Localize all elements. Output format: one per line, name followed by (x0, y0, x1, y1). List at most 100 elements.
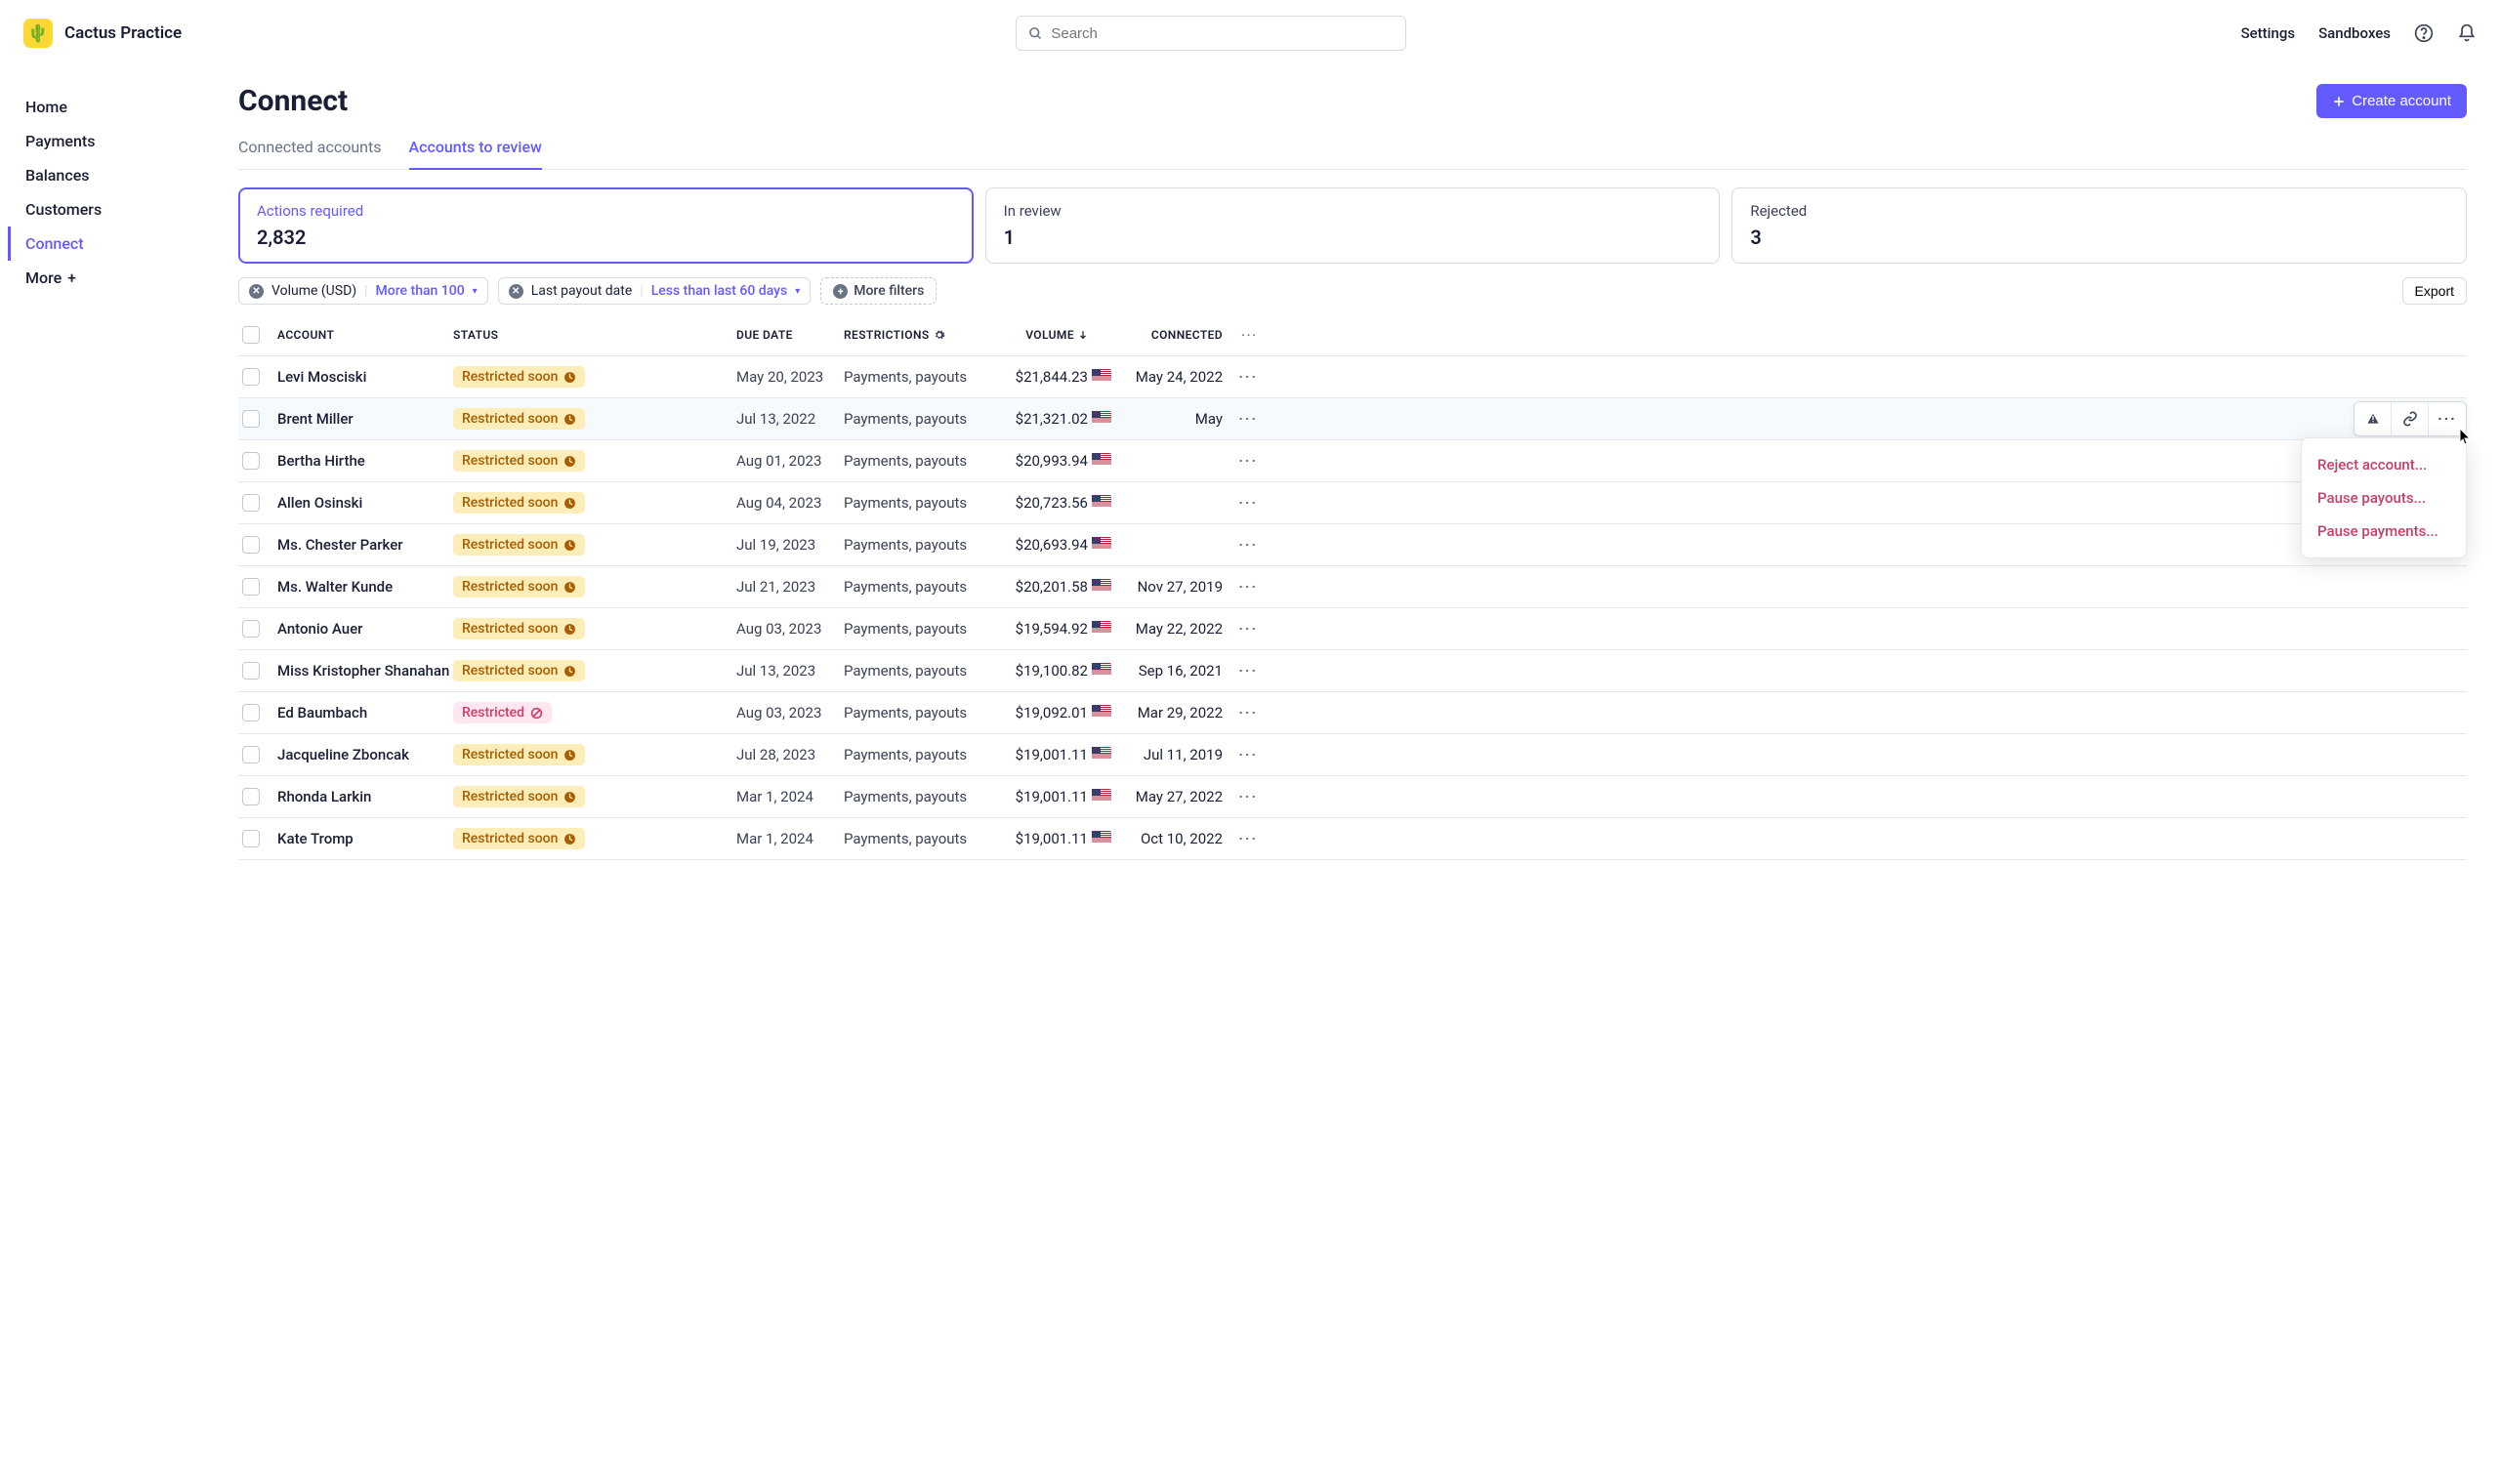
due-date: Aug 03, 2023 (736, 704, 844, 721)
restrictions: Payments, payouts (844, 368, 990, 386)
help-icon[interactable] (2414, 23, 2434, 43)
col-more-icon[interactable]: ··· (1223, 328, 1258, 342)
row-checkbox[interactable] (242, 452, 260, 470)
row-checkbox[interactable] (242, 662, 260, 680)
volume: $20,201.58 (990, 578, 1088, 596)
sidebar-item-balances[interactable]: Balances (8, 158, 205, 192)
row-checkbox[interactable] (242, 494, 260, 512)
table-row[interactable]: Jacqueline ZboncakRestricted soon Jul 28… (238, 734, 2467, 776)
link-button[interactable] (2392, 402, 2429, 435)
dropdown-pause-payouts[interactable]: Pause payouts... (2302, 481, 2466, 515)
brand[interactable]: 🌵 Cactus Practice (23, 19, 182, 48)
more-filters-button[interactable]: + More filters (820, 277, 937, 305)
remove-filter-icon[interactable]: ✕ (509, 284, 523, 299)
col-account[interactable]: ACCOUNT (277, 328, 453, 342)
row-checkbox[interactable] (242, 830, 260, 847)
page-title: Connect (238, 84, 348, 118)
row-more-button[interactable]: ··· (1223, 788, 1258, 805)
due-date: Jul 13, 2022 (736, 410, 844, 428)
volume: $20,693.94 (990, 536, 1088, 554)
col-volume[interactable]: VOLUME (990, 328, 1088, 342)
stat-card-in-review[interactable]: In review 1 (985, 187, 1721, 264)
remove-filter-icon[interactable]: ✕ (249, 284, 264, 299)
us-flag-icon (1092, 747, 1111, 760)
col-connected[interactable]: CONNECTED (1115, 328, 1223, 342)
filter-volume[interactable]: ✕ Volume (USD) | More than 100 ▾ (238, 277, 488, 305)
filter-value: More than 100 (376, 283, 465, 299)
row-checkbox[interactable] (242, 536, 260, 554)
row-checkbox[interactable] (242, 620, 260, 638)
bell-icon[interactable] (2457, 23, 2477, 43)
account-name: Ed Baumbach (277, 704, 453, 721)
volume: $19,100.82 (990, 662, 1088, 680)
dropdown-reject-account[interactable]: Reject account... (2302, 448, 2466, 481)
sidebar-item-payments[interactable]: Payments (8, 124, 205, 158)
row-overflow-button[interactable]: ··· (2429, 402, 2466, 435)
table-row[interactable]: Ms. Walter KundeRestricted soon Jul 21, … (238, 566, 2467, 608)
plus-icon: + (67, 268, 76, 287)
row-more-button[interactable]: ··· (1223, 452, 1258, 470)
restrictions: Payments, payouts (844, 578, 990, 596)
table-row[interactable]: Allen OsinskiRestricted soon Aug 04, 202… (238, 482, 2467, 524)
select-all-checkbox[interactable] (242, 326, 260, 344)
table-row[interactable]: Kate TrompRestricted soon Mar 1, 2024Pay… (238, 818, 2467, 860)
row-more-button[interactable]: ··· (1223, 662, 1258, 680)
create-account-button[interactable]: Create account (2316, 84, 2467, 118)
table-row[interactable]: Rhonda LarkinRestricted soon Mar 1, 2024… (238, 776, 2467, 818)
row-more-button[interactable]: ··· (1223, 494, 1258, 512)
table-row[interactable]: Ms. Chester ParkerRestricted soon Jul 19… (238, 524, 2467, 566)
tab-connected-accounts[interactable]: Connected accounts (238, 128, 382, 170)
search-input[interactable] (1051, 25, 1394, 42)
row-checkbox[interactable] (242, 788, 260, 805)
col-restrictions[interactable]: RESTRICTIONS (844, 328, 990, 342)
stat-card-actions-required[interactable]: Actions required 2,832 (238, 187, 974, 264)
country-flag (1088, 578, 1115, 596)
account-name: Levi Mosciski (277, 368, 453, 386)
row-checkbox[interactable] (242, 746, 260, 763)
alert-button[interactable] (2354, 402, 2392, 435)
export-button[interactable]: Export (2402, 277, 2467, 305)
dropdown-pause-payments[interactable]: Pause payments... (2302, 515, 2466, 548)
status-badge: Restricted soon (453, 828, 585, 849)
due-date: Aug 01, 2023 (736, 452, 844, 470)
col-due-date[interactable]: DUE DATE (736, 328, 844, 342)
status-badge: Restricted soon (453, 744, 585, 765)
status-badge: Restricted soon (453, 366, 585, 388)
tab-accounts-to-review[interactable]: Accounts to review (409, 128, 542, 170)
due-date: Jul 21, 2023 (736, 578, 844, 596)
row-checkbox[interactable] (242, 578, 260, 596)
table-row[interactable]: Brent MillerRestricted soon Jul 13, 2022… (238, 398, 2467, 440)
settings-link[interactable]: Settings (2241, 24, 2296, 42)
row-more-button[interactable]: ··· (1223, 536, 1258, 554)
col-status[interactable]: STATUS (453, 328, 736, 342)
filter-last-payout[interactable]: ✕ Last payout date | Less than last 60 d… (498, 277, 812, 305)
row-more-button[interactable]: ··· (1223, 578, 1258, 596)
sandboxes-link[interactable]: Sandboxes (2318, 24, 2391, 42)
row-more-button[interactable]: ··· (1223, 746, 1258, 763)
sidebar-item-home[interactable]: Home (8, 90, 205, 124)
row-checkbox[interactable] (242, 410, 260, 428)
table-row[interactable]: Levi MosciskiRestricted soon May 20, 202… (238, 356, 2467, 398)
content-area: Connect Create account Connected account… (205, 66, 2500, 1484)
table-row[interactable]: Miss Kristopher ShanahanRestricted soon … (238, 650, 2467, 692)
connected-date: Nov 27, 2019 (1115, 578, 1223, 596)
restrictions: Payments, payouts (844, 830, 990, 847)
search-input-wrap[interactable] (1016, 16, 1406, 51)
us-flag-icon (1092, 495, 1111, 508)
row-more-button[interactable]: ··· (1223, 704, 1258, 721)
row-checkbox[interactable] (242, 704, 260, 721)
status-badge: Restricted soon (453, 450, 585, 472)
stat-card-rejected[interactable]: Rejected 3 (1731, 187, 2467, 264)
sidebar-item-connect[interactable]: Connect (8, 227, 205, 261)
sidebar-item-more[interactable]: More + (8, 261, 205, 295)
table-row[interactable]: Antonio AuerRestricted soon Aug 03, 2023… (238, 608, 2467, 650)
row-more-button[interactable]: ··· (1223, 620, 1258, 638)
table-row[interactable]: Ed BaumbachRestricted Aug 03, 2023Paymen… (238, 692, 2467, 734)
sidebar-item-customers[interactable]: Customers (8, 192, 205, 227)
row-checkbox[interactable] (242, 368, 260, 386)
row-more-button[interactable]: ··· (1223, 410, 1258, 428)
account-name: Ms. Chester Parker (277, 536, 453, 554)
row-more-button[interactable]: ··· (1223, 368, 1258, 386)
table-row[interactable]: Bertha HirtheRestricted soon Aug 01, 202… (238, 440, 2467, 482)
row-more-button[interactable]: ··· (1223, 830, 1258, 847)
